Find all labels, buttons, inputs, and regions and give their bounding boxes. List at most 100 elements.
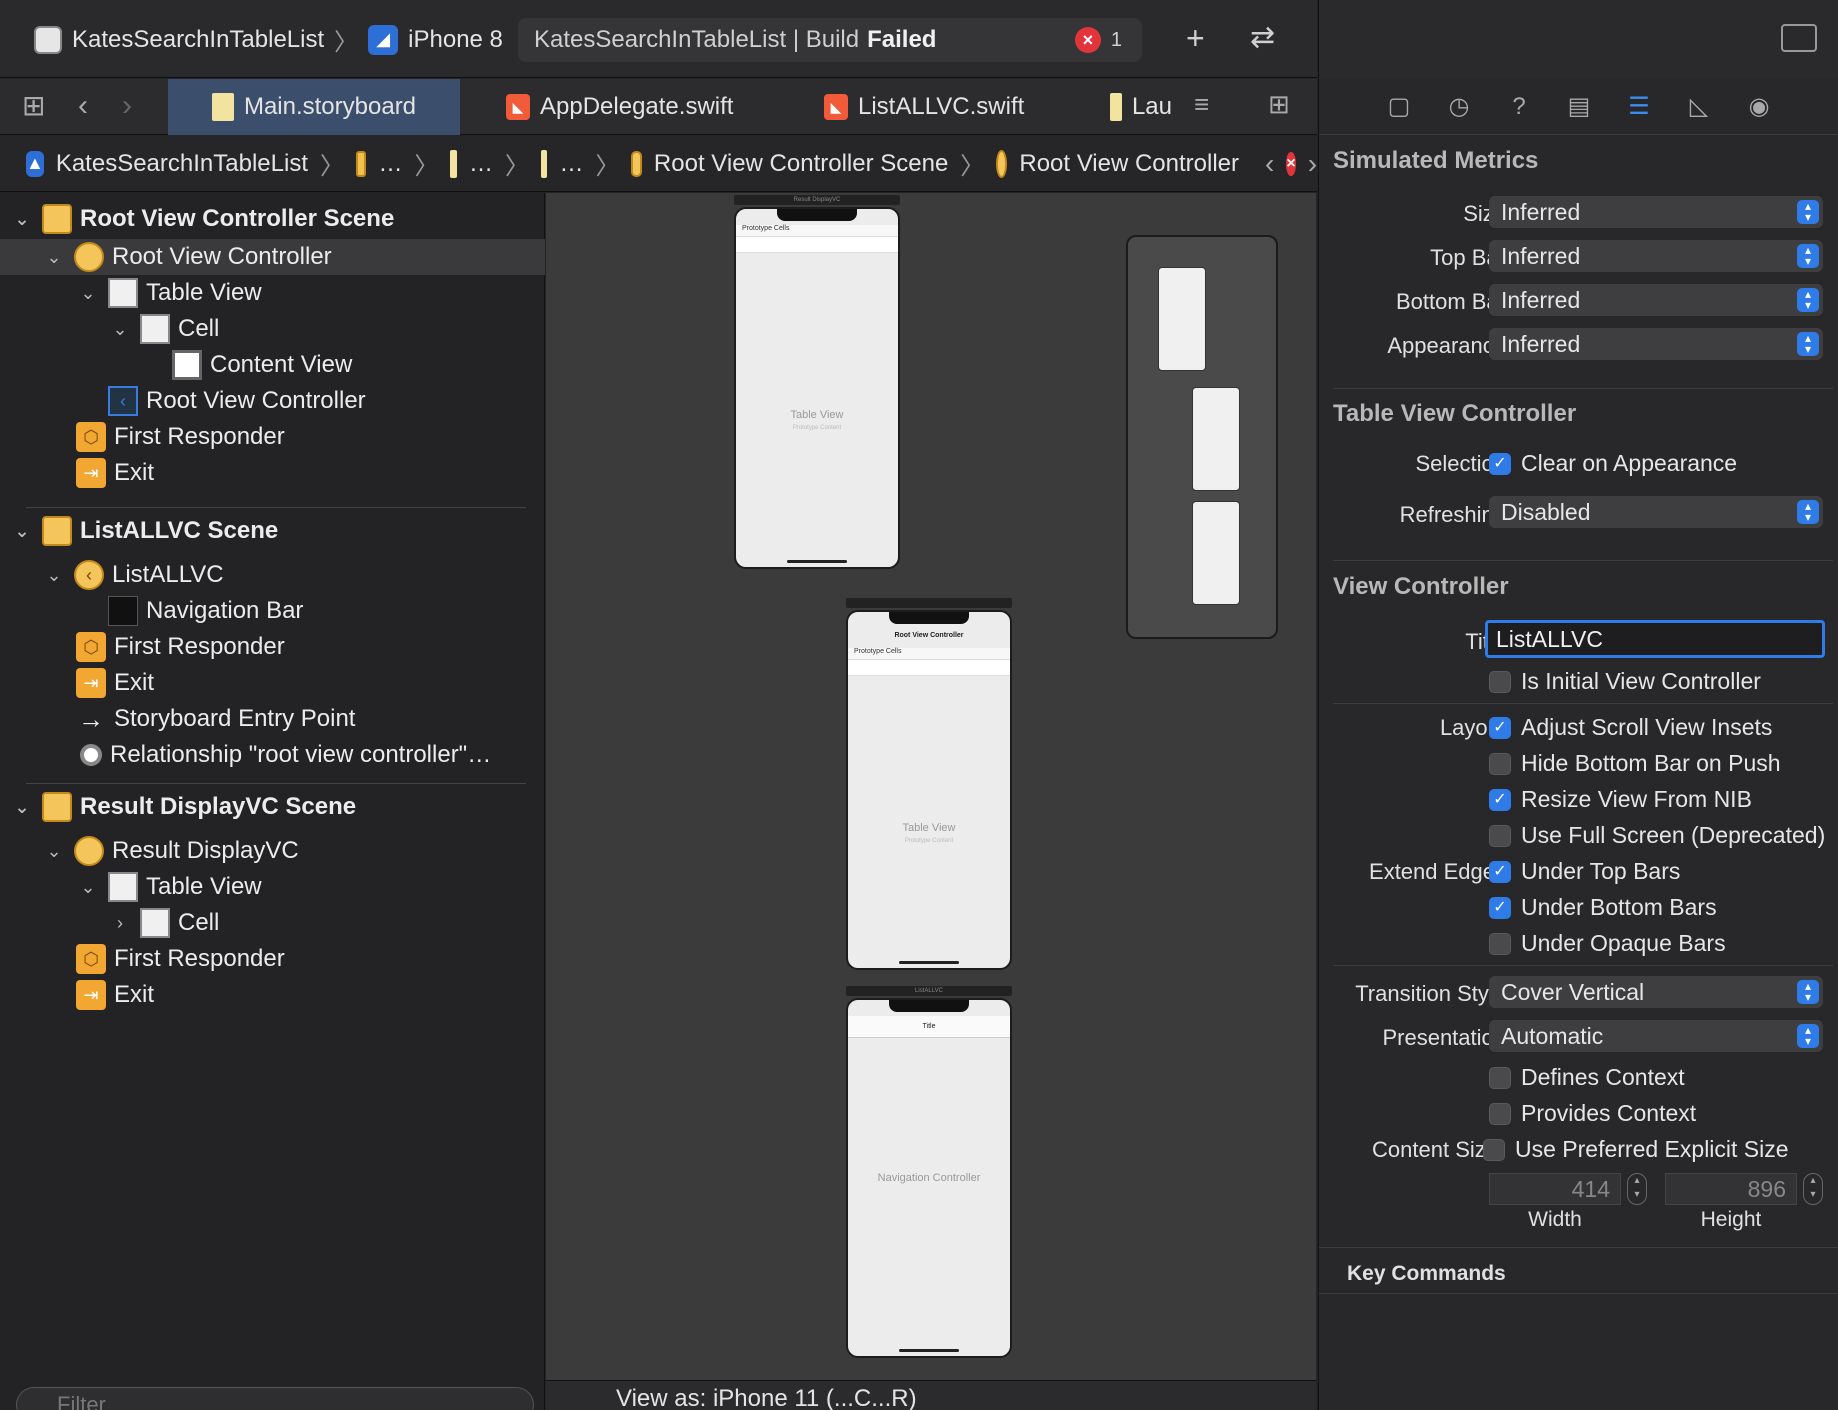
chevron-left-icon[interactable]: ‹ <box>1265 148 1274 180</box>
height-field[interactable]: 896 <box>1665 1173 1797 1205</box>
section-key-commands[interactable]: Key Commands <box>1347 1262 1506 1286</box>
preferred-size-checkbox[interactable]: Use Preferred Explicit Size <box>1483 1136 1789 1163</box>
title-field[interactable]: ListALLVC <box>1485 620 1825 658</box>
disclosure-open-icon[interactable]: ⌄ <box>42 841 66 862</box>
outline-result-vc[interactable]: ⌄ Result DisplayVC <box>0 833 545 869</box>
grid-icon[interactable]: ⊞ <box>22 89 45 122</box>
add-editor-icon[interactable]: ⊞ <box>1268 89 1290 120</box>
crumb-folder[interactable]: … <box>378 150 402 178</box>
provides-context-checkbox[interactable]: Provides Context <box>1489 1100 1696 1127</box>
outline-entry-point[interactable]: → Storyboard Entry Point <box>0 701 545 737</box>
topbar-popup[interactable]: Inferred ▴ ▾ <box>1489 240 1823 272</box>
under-bottom-bars-checkbox[interactable]: ✓ Under Bottom Bars <box>1489 894 1717 921</box>
attributes-inspector-icon[interactable]: ☰ <box>1623 91 1655 123</box>
prototype-cell[interactable] <box>736 237 898 253</box>
crumb-scene[interactable]: Root View Controller Scene <box>654 150 948 178</box>
chevron-right-icon[interactable]: › <box>1308 148 1317 180</box>
navigation-controller-scene[interactable]: Title Navigation Controller <box>846 998 1012 1358</box>
disclosure-open-icon[interactable]: ⌄ <box>10 209 34 230</box>
crumb-file[interactable]: … <box>469 150 493 178</box>
scene-dock-root[interactable] <box>846 598 1012 608</box>
tab-launch[interactable]: Lau <box>1110 79 1172 135</box>
appearance-popup[interactable]: Inferred ▴ ▾ <box>1489 328 1823 360</box>
resize-from-nib-checkbox[interactable]: ✓ Resize View From NIB <box>1489 786 1752 813</box>
disclosure-open-icon[interactable]: ⌄ <box>108 319 132 340</box>
outline-listallvc[interactable]: ⌄ ‹ ListALLVC <box>0 557 545 593</box>
outline-first-responder[interactable]: ⬡ First Responder <box>0 941 545 977</box>
identity-inspector-icon[interactable]: ▤ <box>1563 91 1595 123</box>
disclosure-open-icon[interactable]: ⌄ <box>76 877 100 898</box>
under-top-bars-checkbox[interactable]: ✓ Under Top Bars <box>1489 858 1680 885</box>
back-arrow-icon[interactable]: ‹ <box>78 89 88 123</box>
outline-scene-result[interactable]: ⌄ Result DisplayVC Scene <box>0 789 545 825</box>
outline-table-view[interactable]: ⌄ Table View <box>0 275 545 311</box>
activity-status[interactable]: KatesSearchInTableList | Build Failed × … <box>518 18 1142 62</box>
issue-error-icon[interactable]: × <box>1286 151 1296 176</box>
adjust-insets-checkbox[interactable]: ✓ Adjust Scroll View Insets <box>1489 714 1772 741</box>
disclosure-open-icon[interactable]: ⌄ <box>42 247 66 268</box>
editor-options-icon[interactable]: ≡ <box>1194 89 1209 120</box>
size-inspector-icon[interactable]: ◺ <box>1683 91 1715 123</box>
tab-appdelegate[interactable]: ◣ AppDelegate.swift <box>506 79 733 135</box>
history-inspector-icon[interactable]: ◷ <box>1443 91 1475 123</box>
outline-scene-root[interactable]: ⌄ Root View Controller Scene <box>0 201 545 237</box>
initial-vc-checkbox[interactable]: Is Initial View Controller <box>1489 668 1761 695</box>
width-stepper[interactable]: ▴ ▾ <box>1627 1173 1647 1205</box>
toggle-inspector-icon[interactable] <box>1781 24 1817 52</box>
prototype-cell[interactable] <box>848 660 1010 676</box>
result-displayvc-scene[interactable]: Prototype Cells Table View Prototype Con… <box>734 207 900 569</box>
outline-relationship[interactable]: Relationship "root view controller"… <box>0 737 545 773</box>
disclosure-open-icon[interactable]: ⌄ <box>76 283 100 304</box>
tab-main-storyboard[interactable]: Main.storyboard <box>168 79 460 135</box>
defines-context-checkbox[interactable]: Defines Context <box>1489 1064 1685 1091</box>
swap-icon[interactable]: ⇄ <box>1250 20 1275 56</box>
outline-content-view[interactable]: Content View <box>0 347 545 383</box>
crumb-file2[interactable]: … <box>559 150 583 178</box>
scene-dock-result[interactable]: Result DisplayVC <box>734 195 900 205</box>
breadcrumb[interactable]: ▲ KatesSearchInTableList 〉 … 〉 … 〉 … 〉 R… <box>0 136 1317 192</box>
outline-root-vc[interactable]: ⌄ Root View Controller <box>0 239 545 275</box>
presentation-popup[interactable]: Automatic ▴ ▾ <box>1489 1020 1823 1052</box>
outline-cell[interactable]: ⌄ Cell <box>0 311 545 347</box>
outline-cell[interactable]: › Cell <box>0 905 545 941</box>
clear-on-appearance-checkbox[interactable]: ✓ Clear on Appearance <box>1489 450 1737 477</box>
scheme-selector[interactable]: KatesSearchInTableList 〉 ◢ iPhone 8 <box>34 22 503 57</box>
tab-listallvc[interactable]: ◣ ListALLVC.swift <box>824 79 1024 135</box>
outline-exit[interactable]: ⇥ Exit <box>0 665 545 701</box>
full-screen-checkbox[interactable]: Use Full Screen (Deprecated) <box>1489 822 1825 849</box>
disclosure-open-icon[interactable]: ⌄ <box>10 521 34 542</box>
height-stepper[interactable]: ▴ ▾ <box>1803 1173 1823 1205</box>
outline-table-view[interactable]: ⌄ Table View <box>0 869 545 905</box>
transition-style-popup[interactable]: Cover Vertical ▴ ▾ <box>1489 976 1823 1008</box>
hide-bottom-bar-checkbox[interactable]: Hide Bottom Bar on Push <box>1489 750 1781 777</box>
refreshing-popup[interactable]: Disabled ▴ ▾ <box>1489 496 1823 528</box>
outline-exit[interactable]: ⇥ Exit <box>0 455 545 491</box>
width-field[interactable]: 414 <box>1489 1173 1621 1205</box>
disclosure-open-icon[interactable]: ⌄ <box>10 797 34 818</box>
outline-navigation-bar[interactable]: Navigation Bar <box>0 593 545 629</box>
file-inspector-icon[interactable]: ▢ <box>1383 91 1415 123</box>
disclosure-open-icon[interactable]: ⌄ <box>42 565 66 586</box>
add-icon[interactable]: + <box>1186 20 1205 56</box>
under-opaque-bars-checkbox[interactable]: Under Opaque Bars <box>1489 930 1726 957</box>
view-as-label[interactable]: View as: iPhone 11 (...C...R) <box>616 1385 917 1410</box>
error-indicator[interactable]: × 1 <box>1074 27 1122 53</box>
outline-exit[interactable]: ⇥ Exit <box>0 977 545 1013</box>
outline-first-responder[interactable]: ⬡ First Responder <box>0 419 545 455</box>
crumb-project[interactable]: KatesSearchInTableList <box>56 150 308 178</box>
disclosure-closed-icon[interactable]: › <box>108 913 132 934</box>
storyboard-canvas[interactable]: Result DisplayVC Prototype Cells Table V… <box>546 193 1316 1410</box>
scene-dock-listallvc[interactable]: ListALLVC <box>846 986 1012 996</box>
outline-first-responder[interactable]: ⬡ First Responder <box>0 629 545 665</box>
filter-field[interactable]: Filter <box>16 1387 534 1410</box>
forward-arrow-icon[interactable]: › <box>122 89 132 123</box>
crumb-controller[interactable]: Root View Controller <box>1019 150 1239 178</box>
outline-scene-listall[interactable]: ⌄ ListALLVC Scene <box>0 513 545 549</box>
outline-segue[interactable]: ‹ Root View Controller <box>0 383 545 419</box>
connections-inspector-icon[interactable]: ◉ <box>1743 91 1775 123</box>
help-inspector-icon[interactable]: ? <box>1503 91 1535 123</box>
size-popup[interactable]: Inferred ▴ ▾ <box>1489 196 1823 228</box>
root-view-controller-scene[interactable]: Root View Controller Prototype Cells Tab… <box>846 610 1012 970</box>
canvas-overview[interactable] <box>1126 235 1278 639</box>
bottombar-popup[interactable]: Inferred ▴ ▾ <box>1489 284 1823 316</box>
